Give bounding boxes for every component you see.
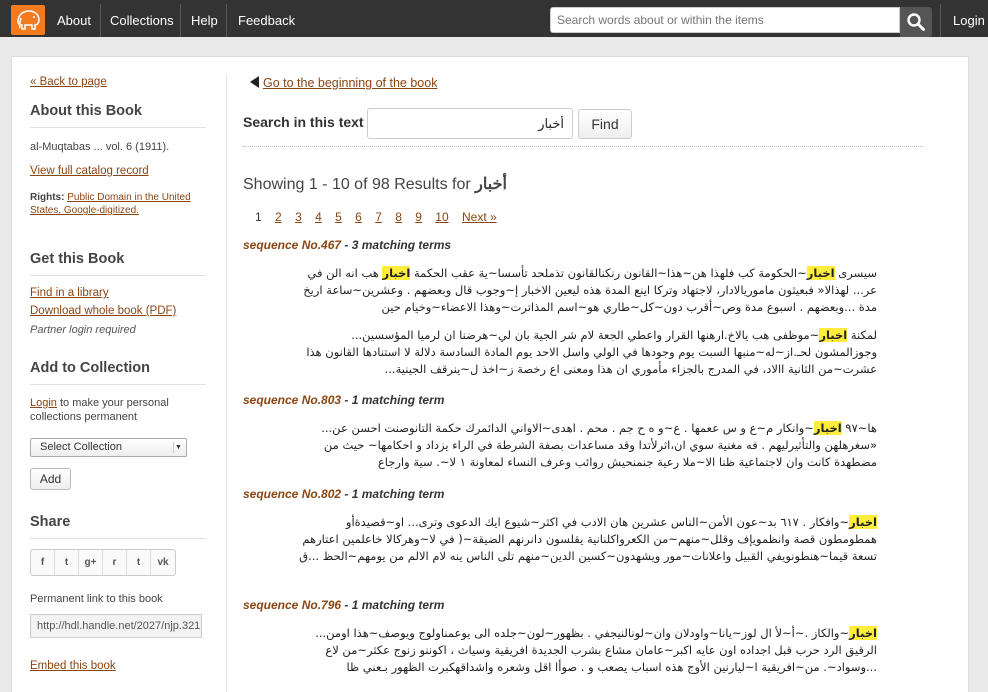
snippet-text: ~والكاز .~أ~لأ ال لوز~يانا~واودلان وان~ل… [315,626,877,674]
facebook-icon[interactable]: f [31,550,55,575]
share-heading: Share [30,514,206,539]
add-to-collection-button[interactable]: Add [30,468,71,490]
nav-help[interactable]: Help [191,0,218,37]
login-note: Login to make your personal collections … [30,396,206,424]
twitter-icon[interactable]: t [55,550,79,575]
search-in-text-label: Search in this text [243,114,364,130]
sequence-link[interactable]: sequence No.803 [243,393,341,407]
matching-terms: - 3 matching terms [344,238,452,252]
pagination: 1 2 3 4 5 6 7 8 9 10 Next » [255,210,507,224]
page-link[interactable]: 2 [275,210,282,224]
hathitrust-logo[interactable] [11,5,45,35]
page-link[interactable]: 10 [435,210,448,224]
nav-separator [180,4,181,37]
site-search-input[interactable] [550,7,900,33]
elephant-icon [17,10,40,30]
partner-login-note: Partner login required [30,324,136,336]
result-snippet: اخبار~والكاز .~أ~لأ ال لوز~يانا~واودلان … [287,625,877,676]
nav-collections[interactable]: Collections [110,0,174,37]
sequence-link[interactable]: sequence No.802 [243,487,341,501]
nav-about[interactable]: About [57,0,91,37]
nav-separator [100,4,101,37]
highlighted-term: اخبار [849,515,877,529]
google-plus-icon[interactable]: g+ [79,550,103,575]
tumblr-icon[interactable]: t [127,550,151,575]
results-count: Showing 1 - 10 of 98 Results for [243,176,471,193]
reddit-icon[interactable]: r [103,550,127,575]
login-link[interactable]: Login [953,0,985,37]
divider [243,146,923,147]
search-term: أخبار [475,176,507,193]
matching-terms: - 1 matching term [344,393,445,407]
matching-terms: - 1 matching term [344,487,445,501]
find-library-link[interactable]: Find in a library [30,287,109,299]
result-snippet: اخبار~وافكار . ٦١٧ بد~عون الأمن~الناس عش… [287,514,877,565]
get-book-heading: Get this Book [30,251,206,276]
dropdown-arrow-icon: ▼ [173,442,183,453]
share-buttons: f t g+ r t vk [30,549,176,576]
result-heading: sequence No.796 - 1 matching term [243,598,444,612]
catalog-record-link[interactable]: View full catalog record [30,165,149,177]
snippet-text: ~موظفى هب ياﻻخ.ارهنها القرار واعطي الجعة… [306,328,877,376]
highlighted-term: اخبار [819,328,848,342]
magnifier-icon [907,13,925,31]
snippet-text: لمكنة [847,328,877,342]
back-arrow-icon [250,76,259,88]
permanent-link-field[interactable]: http://hdl.handle.net/2027/njp.321 [30,614,202,638]
snippet-text: سيسرى [834,266,877,280]
highlighted-term: اخبار [382,266,411,280]
result-heading: sequence No.802 - 1 matching term [243,487,444,501]
page-link[interactable]: 3 [295,210,302,224]
page-current: 1 [255,210,262,224]
book-title: al-Muqtabas ... vol. 6 (1911). [30,141,170,153]
rights-info: Rights: Public Domain in the United Stat… [30,191,206,217]
highlighted-term: اخبار [806,266,835,280]
page-link[interactable]: 6 [355,210,362,224]
collection-login-link[interactable]: Login [30,397,57,409]
top-navigation-bar: About Collections Help Feedback Login [0,0,988,37]
beginning-of-book-link[interactable]: Go to the beginning of the book [263,76,437,90]
search-button[interactable] [900,7,932,37]
nav-separator [940,4,941,37]
snippet-text: ~وافكار . ٦١٧ بد~عون الأمن~الناس عشرين ه… [299,515,877,563]
result-snippet: ها~٩٧ اخبار~وانكار م~ع و س ععمها . ع~و ه… [287,420,877,471]
snippet-text: ها~٩٧ [841,421,877,435]
page-link[interactable]: 9 [415,210,422,224]
about-heading: About this Book [30,103,206,128]
back-to-page-link[interactable]: « Back to page [30,76,107,88]
page-link[interactable]: 4 [315,210,322,224]
select-collection-dropdown[interactable]: Select Collection ▼ [30,438,187,457]
result-heading: sequence No.467 - 3 matching terms [243,238,451,252]
result-heading: sequence No.803 - 1 matching term [243,393,444,407]
result-snippet: سيسرى اخبار~الحكومة كب فلهذا هن~هذا~القا… [287,265,877,316]
nav-separator [226,4,227,37]
vk-icon[interactable]: vk [151,550,175,575]
page-link[interactable]: 5 [335,210,342,224]
nav-feedback[interactable]: Feedback [238,0,295,37]
find-button[interactable]: Find [578,109,632,139]
highlighted-term: اخبار [813,421,842,435]
page-link[interactable]: 8 [395,210,402,224]
snippet-text: ~وانكار م~ع و س ععمها . ع~و ه ح جم . محم… [321,421,877,469]
add-collection-heading: Add to Collection [30,360,206,385]
sequence-link[interactable]: sequence No.467 [243,238,341,252]
sequence-link[interactable]: sequence No.796 [243,598,341,612]
text-search-input[interactable] [367,108,573,139]
page-container: « Back to page About this Book al-Muqtab… [11,56,969,692]
matching-terms: - 1 matching term [344,598,445,612]
highlighted-term: اخبار [849,626,877,640]
permanent-link-label: Permanent link to this book [30,593,163,605]
next-page-link[interactable]: Next » [462,210,497,224]
download-pdf-link[interactable]: Download whole book (PDF) [30,305,176,317]
snippet-text: ~الحكومة كب فلهذا هن~هذا~القانون رنكنالق… [410,266,807,280]
result-snippet: لمكنة اخبار~موظفى هب ياﻻخ.ارهنها القرار … [287,327,877,378]
column-divider [226,75,227,692]
results-summary: Showing 1 - 10 of 98 Results for أخبار [243,174,507,194]
rights-label: Rights: [30,192,65,203]
embed-book-link[interactable]: Embed this book [30,660,116,672]
page-link[interactable]: 7 [375,210,382,224]
select-collection-value: Select Collection [40,441,122,453]
